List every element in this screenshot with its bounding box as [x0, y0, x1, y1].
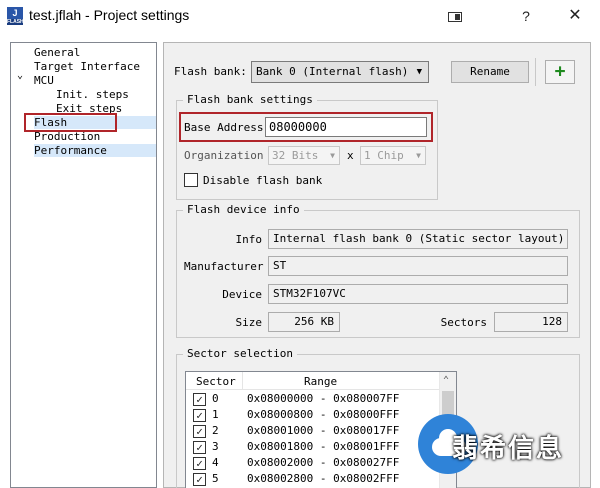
column-header-sector[interactable]: Sector — [196, 375, 236, 388]
tree-item-init-steps[interactable]: Init. steps — [56, 88, 129, 101]
sector-checkbox[interactable]: ✓ — [193, 393, 206, 406]
sector-row[interactable]: ✓ 4 0x08002000 - 0x080027FF — [186, 455, 439, 471]
rename-button[interactable]: Rename — [451, 61, 529, 83]
manufacturer-label: Manufacturer — [184, 260, 264, 273]
dropdown-arrow-icon: ▼ — [416, 151, 421, 160]
sector-range: 0x08002000 - 0x080027FF — [247, 456, 400, 469]
plus-icon: + — [554, 61, 566, 82]
sector-row[interactable]: ✓ 5 0x08002800 - 0x08002FFF — [186, 471, 439, 487]
expand-chevron-icon[interactable]: ⌄ — [17, 70, 23, 81]
organization-bits-value: 32 Bits — [272, 149, 319, 162]
sector-range: 0x08001000 - 0x080017FF — [247, 424, 400, 437]
sector-range: 0x08001800 - 0x08001FFF — [247, 440, 400, 453]
flash-bank-value: Bank 0 (Internal flash) — [256, 65, 409, 78]
snap-layout-button[interactable] — [432, 0, 478, 32]
snap-layout-icon — [448, 12, 462, 23]
sector-number: 5 — [212, 472, 219, 485]
sector-number: 2 — [212, 424, 219, 437]
add-bank-button[interactable]: + — [545, 60, 575, 84]
device-label: Device — [222, 288, 262, 301]
tree-item-general[interactable]: General — [34, 46, 80, 59]
sector-range: 0x08002800 - 0x08002FFF — [247, 472, 400, 485]
column-divider[interactable] — [242, 372, 243, 390]
sector-checkbox[interactable]: ✓ — [193, 457, 206, 470]
dropdown-arrow-icon: ▼ — [330, 151, 335, 160]
toolbar-divider — [535, 58, 536, 86]
flash-bank-select[interactable]: Bank 0 (Internal flash) ▼ — [251, 61, 429, 83]
organization-chip-select[interactable]: 1 Chip ▼ — [360, 146, 426, 165]
size-label: Size — [235, 316, 263, 329]
base-address-input[interactable]: 08000000 — [265, 117, 427, 137]
size-field: 256 KB — [268, 312, 340, 332]
window-title: test.jflah - Project settings — [29, 7, 190, 23]
sector-checkbox[interactable]: ✓ — [193, 425, 206, 438]
organization-multiplier: x — [347, 149, 354, 162]
sector-row[interactable]: ✓ 0 0x08000000 - 0x080007FF — [186, 391, 439, 407]
sector-row[interactable]: ✓ 1 0x08000800 - 0x08000FFF — [186, 407, 439, 423]
sector-number: 4 — [212, 456, 219, 469]
sectors-label: Sectors — [440, 316, 487, 329]
disable-flash-bank-label[interactable]: Disable flash bank — [203, 174, 322, 187]
watermark-logo: 翡希信息 — [418, 410, 598, 480]
sector-range: 0x08000000 - 0x080007FF — [247, 392, 400, 405]
sector-list-header: Sector Range — [186, 372, 439, 390]
info-label: Info — [235, 233, 263, 246]
sector-number: 0 — [212, 392, 219, 405]
sectors-field: 128 — [494, 312, 568, 332]
watermark-text: 翡希信息 — [452, 433, 565, 463]
group-title: Sector selection — [183, 347, 297, 361]
title-bar: J FLASH test.jflah - Project settings ? ✕ — [0, 0, 600, 32]
group-title: Flash bank settings — [183, 93, 317, 107]
sector-checkbox[interactable]: ✓ — [193, 441, 206, 454]
app-logo-icon: J FLASH — [7, 7, 24, 25]
tree-item-target-interface[interactable]: Target Interface — [34, 60, 140, 73]
sector-range: 0x08000800 - 0x08000FFF — [247, 408, 400, 421]
sector-number: 3 — [212, 440, 219, 453]
disable-flash-bank-checkbox[interactable] — [184, 173, 198, 187]
device-field: STM32F107VC — [268, 284, 568, 304]
dropdown-arrow-icon: ▼ — [416, 67, 422, 77]
question-mark-icon: ? — [522, 8, 530, 24]
help-button[interactable]: ? — [503, 0, 549, 32]
info-field: Internal flash bank 0 (Static sector lay… — [268, 229, 568, 249]
close-button[interactable]: ✕ — [552, 0, 598, 32]
sector-checkbox[interactable]: ✓ — [193, 409, 206, 422]
close-icon: ✕ — [568, 7, 582, 24]
sector-checkbox[interactable]: ✓ — [193, 473, 206, 486]
flash-highlight-box — [24, 113, 117, 132]
manufacturer-field: ST — [268, 256, 568, 276]
tree-item-performance[interactable]: Performance — [34, 144, 156, 157]
sector-row[interactable]: ✓ 2 0x08001000 - 0x080017FF — [186, 423, 439, 439]
organization-chip-value: 1 Chip — [364, 149, 404, 162]
sector-list[interactable]: Sector Range ✓ 0 0x08000000 - 0x080007FF… — [185, 371, 457, 488]
scroll-up-arrow-icon[interactable]: ⌃ — [443, 375, 449, 386]
group-title: Flash device info — [183, 203, 304, 217]
column-header-range[interactable]: Range — [304, 375, 337, 388]
tree-item-mcu[interactable]: MCU — [34, 74, 54, 87]
sector-row[interactable]: ✓ 3 0x08001800 - 0x08001FFF — [186, 439, 439, 455]
sector-number: 1 — [212, 408, 219, 421]
organization-bits-select[interactable]: 32 Bits ▼ — [268, 146, 340, 165]
settings-tree[interactable]: General Target Interface ⌄ MCU Init. ste… — [10, 42, 157, 488]
base-address-label: Base Address — [184, 121, 264, 134]
flash-bank-label: Flash bank: — [174, 65, 247, 78]
organization-label: Organization — [184, 149, 264, 162]
